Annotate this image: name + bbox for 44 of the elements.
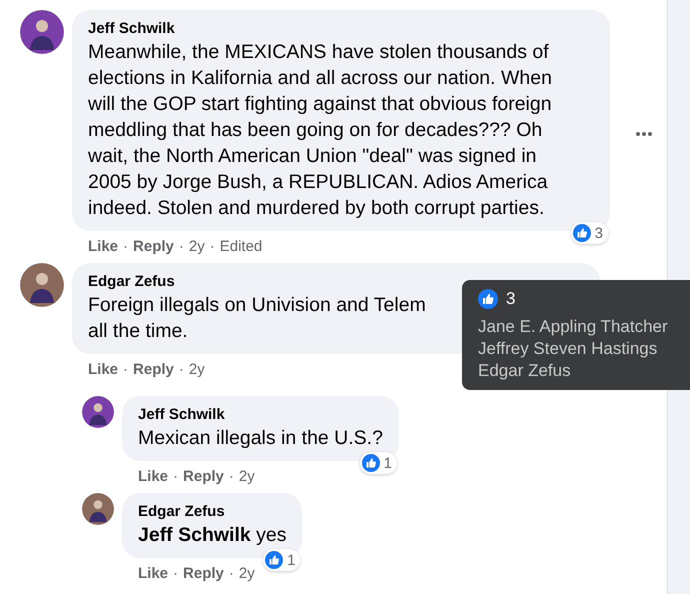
- action-link[interactable]: Like: [88, 237, 118, 257]
- reaction-count[interactable]: 1: [263, 549, 300, 571]
- timestamp[interactable]: 2y: [188, 237, 205, 257]
- comment-text: Jeff Schwilk yes: [138, 523, 286, 548]
- author-name[interactable]: Jeff Schwilk: [138, 405, 383, 425]
- separator-dot: ·: [173, 467, 178, 487]
- like-icon: [362, 454, 380, 472]
- separator-dot: ·: [123, 360, 128, 380]
- avatar[interactable]: [20, 263, 64, 307]
- comment-text: Meanwhile, the MEXICANS have stolen thousands of elections in Kalifornia and all across our nation. When will the GOP start fighting against that obvious foreign meddling that has been going on for decades??? Oh wait, the North American Union "deal" was signed in 2005 by Jorge Bush, a REPUBLICAN. Adios America indeed. Stolen and murdered by both corrupt parties.: [88, 40, 553, 221]
- separator-dot: ·: [123, 237, 128, 257]
- reactor-name: Edgar Zefus: [478, 360, 572, 382]
- avatar[interactable]: [82, 396, 114, 428]
- timestamp[interactable]: 2y: [238, 564, 255, 584]
- avatar[interactable]: [20, 10, 64, 54]
- action-link[interactable]: Like: [88, 360, 118, 380]
- separator-dot: ·: [178, 360, 184, 380]
- separator-dot: ·: [178, 237, 184, 257]
- action-link[interactable]: Like: [138, 467, 168, 487]
- action-link[interactable]: Reply: [133, 360, 174, 380]
- action-link[interactable]: Like: [138, 564, 168, 584]
- like-icon: [478, 289, 498, 309]
- edited-label: Edited: [220, 237, 262, 257]
- comment-text: Foreign illegals on Univision and Telem all the time.: [88, 293, 426, 344]
- comment-text: Mexican illegals in the U.S.?: [138, 426, 383, 451]
- action-link[interactable]: Reply: [183, 467, 224, 487]
- reactor-name: Jeffrey Steven Hastings: [478, 338, 658, 360]
- author-name[interactable]: Edgar Zefus: [138, 502, 286, 522]
- author-name[interactable]: Jeff Schwilk: [88, 19, 594, 39]
- like-icon: [572, 224, 591, 242]
- separator-dot: ·: [228, 467, 234, 487]
- reaction-count[interactable]: 1: [360, 452, 397, 474]
- separator-dot: ·: [173, 564, 178, 584]
- reaction-count[interactable]: 3: [570, 222, 608, 244]
- like-icon: [265, 551, 284, 569]
- reactor-name: Jane E. Appling Thatcher: [478, 316, 669, 338]
- tooltip-count: 3: [506, 288, 516, 310]
- avatar[interactable]: [82, 493, 114, 525]
- timestamp[interactable]: 2y: [188, 360, 205, 380]
- timestamp[interactable]: 2y: [238, 467, 255, 487]
- separator-dot: ·: [228, 564, 234, 584]
- action-link[interactable]: Reply: [133, 237, 174, 257]
- action-link[interactable]: Reply: [183, 564, 224, 584]
- separator-dot: ·: [210, 237, 215, 257]
